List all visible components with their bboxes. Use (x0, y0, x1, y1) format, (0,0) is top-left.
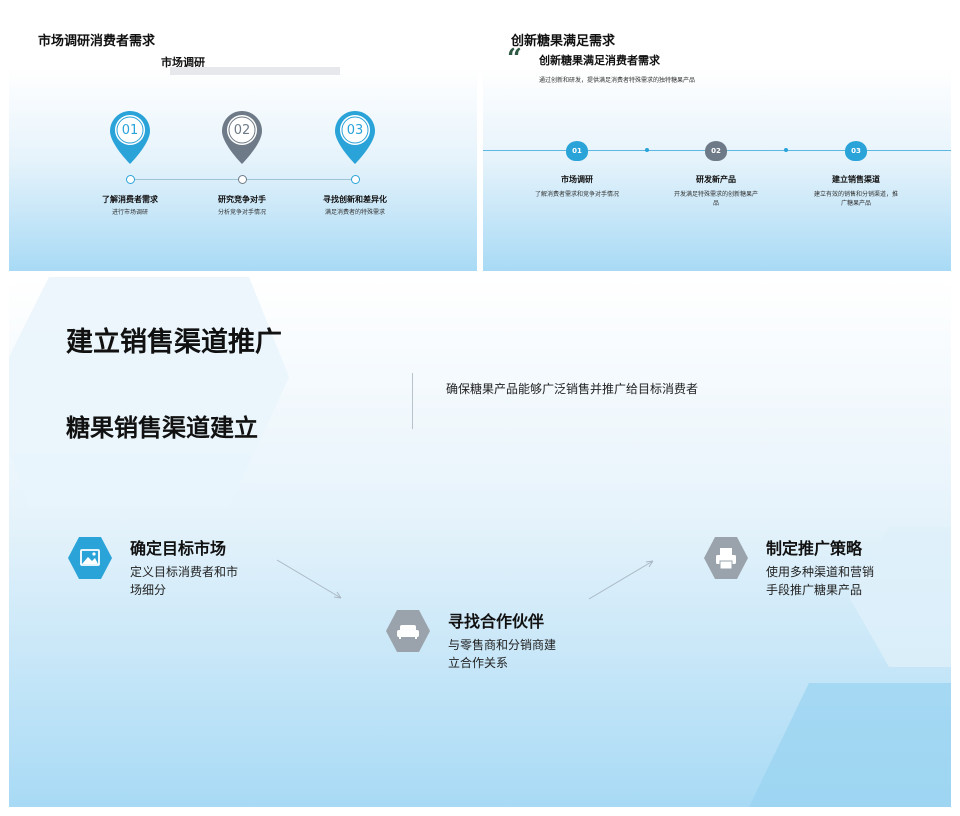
intro-text: 确保糖果产品能够广泛销售并推广给目标消费者 (446, 382, 699, 396)
step-desc: 开发满足特殊需求的创新糖果产品 (674, 191, 759, 207)
slide-title: 建立销售渠道推广 (66, 327, 282, 358)
card-desc: 与零售商和分销商建立合作关系 (448, 638, 557, 670)
step-desc: 进行市场调研 (111, 209, 148, 216)
step-badge: 02 (705, 141, 727, 161)
card-title: 寻找合作伙伴 (448, 612, 545, 631)
decorative-hexagon (9, 277, 289, 507)
image-icon (68, 537, 112, 579)
slide-background (483, 68, 951, 271)
slide-subtitle: 糖果销售渠道建立 (66, 414, 258, 442)
slide-market-research: 市场调研消费者需求 市场调研 01 了解消费者需求 进行市场调研 02 研究竞争… (9, 24, 477, 271)
section-description: 通过创新和研发，提供满足消费者特殊需求的独特糖果产品 (539, 77, 696, 84)
step-desc: 了解消费者需求和竞争对手情况 (535, 191, 620, 198)
step-desc: 建立有效的销售和分销渠道，推广糖果产品 (814, 191, 899, 207)
card-title: 制定推广策略 (766, 539, 863, 558)
arrow-icon (588, 560, 654, 600)
timeline-node (351, 175, 360, 184)
step-number: 03 (346, 123, 364, 138)
section-heading: 创新糖果满足消费者需求 (539, 54, 660, 67)
printer-icon (704, 537, 748, 579)
timeline-dot (645, 148, 649, 152)
arrow-icon (276, 559, 342, 599)
timeline-dot (784, 148, 788, 152)
timeline-node (238, 175, 247, 184)
sofa-icon (386, 610, 430, 652)
location-pin-icon (222, 111, 262, 164)
card-desc: 定义目标消费者和市场细分 (130, 565, 239, 597)
card-desc: 使用多种渠道和营销手段推广糖果产品 (766, 565, 875, 597)
timeline-node (126, 175, 135, 184)
step-title: 市场调研 (561, 175, 593, 184)
location-pin-icon (110, 111, 150, 164)
step-title: 研发新产品 (696, 175, 736, 184)
step-number: 02 (233, 123, 251, 138)
slide-innovative-candy: 创新糖果满足需求 “ 创新糖果满足消费者需求 通过创新和研发，提供满足消费者特殊… (483, 24, 951, 271)
slide-background (9, 68, 477, 271)
slide-sales-channels: 建立销售渠道推广 糖果销售渠道建立 确保糖果产品能够广泛销售并推广给目标消费者 … (9, 277, 951, 807)
quote-icon: “ (507, 44, 522, 74)
divider (412, 373, 413, 429)
step-title: 了解消费者需求 (102, 195, 158, 204)
slide-title: 创新糖果满足需求 (511, 34, 616, 49)
step-title: 研究竞争对手 (218, 195, 266, 204)
location-pin-icon (335, 111, 375, 164)
subtitle-bar (170, 67, 340, 75)
step-title: 寻找创新和差异化 (323, 195, 387, 204)
step-number: 01 (121, 123, 139, 138)
step-title: 建立销售渠道 (832, 175, 880, 184)
decorative-shape (849, 527, 951, 667)
step-desc: 满足消费者的特殊需求 (324, 209, 385, 216)
step-badge: 01 (566, 141, 588, 161)
slide-title: 市场调研消费者需求 (38, 34, 156, 49)
step-desc: 分析竞争对手情况 (217, 209, 266, 216)
decorative-shape (749, 683, 951, 807)
step-badge: 03 (845, 141, 867, 161)
card-title: 确定目标市场 (130, 539, 227, 558)
